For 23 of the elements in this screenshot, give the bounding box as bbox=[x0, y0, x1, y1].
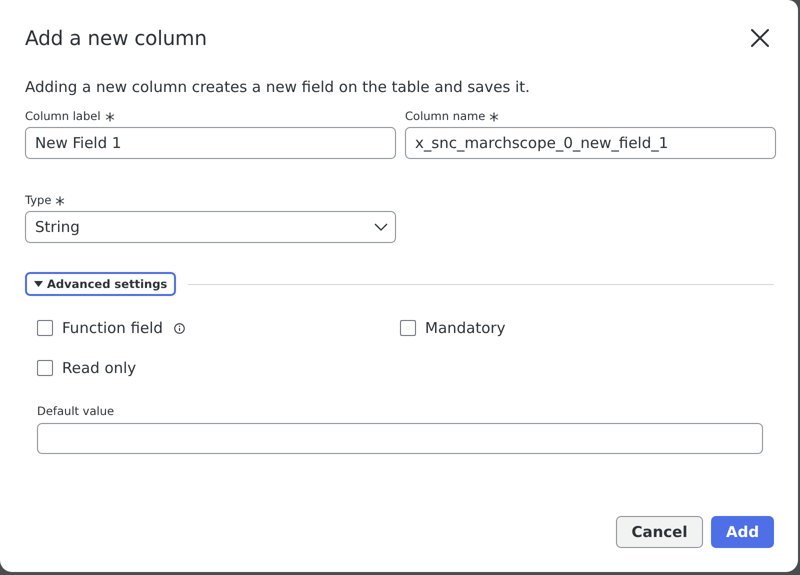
checkbox-label: Mandatory bbox=[425, 319, 506, 337]
text-field[interactable]: x_snc_marchscope_0_new_field_1 bbox=[405, 127, 776, 159]
field-label: Type bbox=[25, 193, 52, 207]
checkbox-label: Read only bbox=[62, 359, 136, 377]
checkbox[interactable] bbox=[37, 320, 53, 336]
chevron-down-icon bbox=[374, 223, 388, 231]
info-icon[interactable] bbox=[174, 322, 185, 334]
type-select[interactable]: String bbox=[25, 211, 396, 243]
dialog-title: Add a new column bbox=[25, 26, 207, 50]
default-value-field[interactable] bbox=[37, 423, 763, 454]
checkbox[interactable] bbox=[37, 360, 53, 376]
text-field[interactable]: New Field 1 bbox=[25, 127, 396, 159]
field-label: Column name bbox=[405, 109, 486, 123]
caret-icon bbox=[34, 281, 43, 287]
dialog-description: Adding a new column creates a new field on the table and saves it. bbox=[25, 78, 531, 96]
advanced-settings-toggle[interactable]: Advanced settings bbox=[25, 272, 176, 296]
add-button[interactable]: Add bbox=[711, 516, 774, 548]
cancel-button[interactable]: Cancel bbox=[616, 516, 703, 548]
field-label: Default value bbox=[37, 404, 116, 418]
field-label: Column label bbox=[25, 109, 101, 123]
close-icon[interactable] bbox=[750, 28, 770, 48]
checkbox-label: Function field bbox=[62, 319, 163, 337]
checkbox[interactable] bbox=[400, 320, 416, 336]
